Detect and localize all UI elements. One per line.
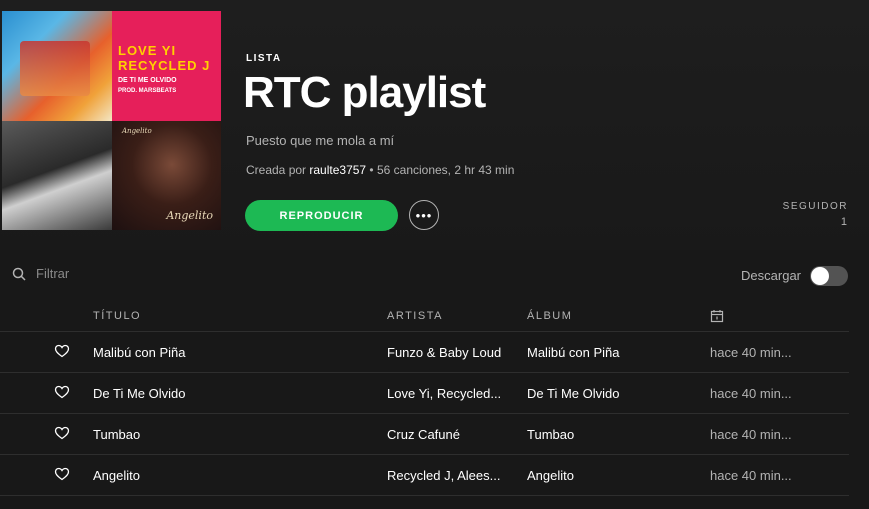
track-album[interactable]: Malibú con Piña <box>527 345 620 360</box>
download-toggle-knob <box>811 267 829 285</box>
cover-tile-4: Angelito Angelito <box>112 121 221 230</box>
meta-prefix: Creada por <box>246 163 310 177</box>
track-added: hace 40 min... <box>710 345 792 360</box>
calendar-icon[interactable] <box>710 309 724 326</box>
heart-icon[interactable] <box>54 426 70 440</box>
filter-bar <box>12 266 156 281</box>
playlist-type-label: LISTA <box>246 53 282 64</box>
download-label: Descargar <box>741 268 801 283</box>
track-album[interactable]: De Ti Me Olvido <box>527 386 619 401</box>
cover-tile-2-line2: RECYCLED J <box>118 58 211 73</box>
column-header-album[interactable]: ÁLBUM <box>527 310 572 322</box>
track-title[interactable]: Tumbao <box>93 427 140 442</box>
track-title[interactable]: Angelito <box>93 468 140 483</box>
track-artist[interactable]: Love Yi, Recycled... <box>387 386 501 401</box>
cover-tile-2-line4: PROD. MARSBEATS <box>118 88 177 94</box>
track-artist[interactable]: Funzo & Baby Loud <box>387 345 501 360</box>
track-added: hace 40 min... <box>710 427 792 442</box>
cover-tile-2-line3: DE TI ME OLVIDO <box>118 77 177 84</box>
playlist-description: Puesto que me mola a mí <box>246 133 395 148</box>
track-album[interactable]: Tumbao <box>527 427 574 442</box>
owner-link[interactable]: raulte3757 <box>309 163 366 177</box>
cover-tile-4-signature: Angelito <box>166 209 213 222</box>
followers-label: SEGUIDOR <box>782 201 848 212</box>
track-added: hace 40 min... <box>710 386 792 401</box>
playlist-meta: Creada por raulte3757 • 56 canciones, 2 … <box>246 163 514 177</box>
search-icon <box>12 267 26 281</box>
table-header: TÍTULO ARTISTA ÁLBUM <box>0 306 849 332</box>
download-toggle[interactable] <box>810 266 848 286</box>
table-row[interactable]: Tumbao Cruz Cafuné Tumbao hace 40 min... <box>0 414 849 455</box>
heart-icon[interactable] <box>54 344 70 358</box>
track-artist[interactable]: Cruz Cafuné <box>387 427 460 442</box>
heart-icon[interactable] <box>54 467 70 481</box>
calendar-icon-glyph <box>710 310 724 323</box>
filter-input[interactable] <box>36 266 156 281</box>
heart-icon[interactable] <box>54 385 70 399</box>
playlist-cover: LOVE YI RECYCLED J DE TI ME OLVIDO PROD.… <box>2 11 221 230</box>
track-album[interactable]: Angelito <box>527 468 574 483</box>
play-button[interactable]: REPRODUCIR <box>245 200 398 231</box>
cover-tile-4-title: Angelito <box>122 127 152 135</box>
track-title[interactable]: De Ti Me Olvido <box>93 386 185 401</box>
playlist-title: RTC playlist <box>243 68 486 117</box>
track-title[interactable]: Malibú con Piña <box>93 345 186 360</box>
table-row[interactable]: De Ti Me Olvido Love Yi, Recycled... De … <box>0 373 849 414</box>
table-row[interactable]: Malibú con Piña Funzo & Baby Loud Malibú… <box>0 332 849 373</box>
table-row[interactable]: Angelito Recycled J, Alees... Angelito h… <box>0 455 849 496</box>
followers-count: 1 <box>840 216 847 228</box>
cover-tile-3 <box>2 121 112 230</box>
column-header-artist[interactable]: ARTISTA <box>387 310 443 322</box>
track-artist[interactable]: Recycled J, Alees... <box>387 468 500 483</box>
column-header-title[interactable]: TÍTULO <box>93 310 141 322</box>
cover-tile-2-line1: LOVE YI <box>118 43 177 58</box>
track-added: hace 40 min... <box>710 468 792 483</box>
more-options-button[interactable]: ••• <box>409 200 439 230</box>
cover-tile-2: LOVE YI RECYCLED J DE TI ME OLVIDO PROD.… <box>112 11 221 121</box>
cover-tile-1 <box>2 11 112 121</box>
meta-suffix: • 56 canciones, 2 hr 43 min <box>366 163 515 177</box>
